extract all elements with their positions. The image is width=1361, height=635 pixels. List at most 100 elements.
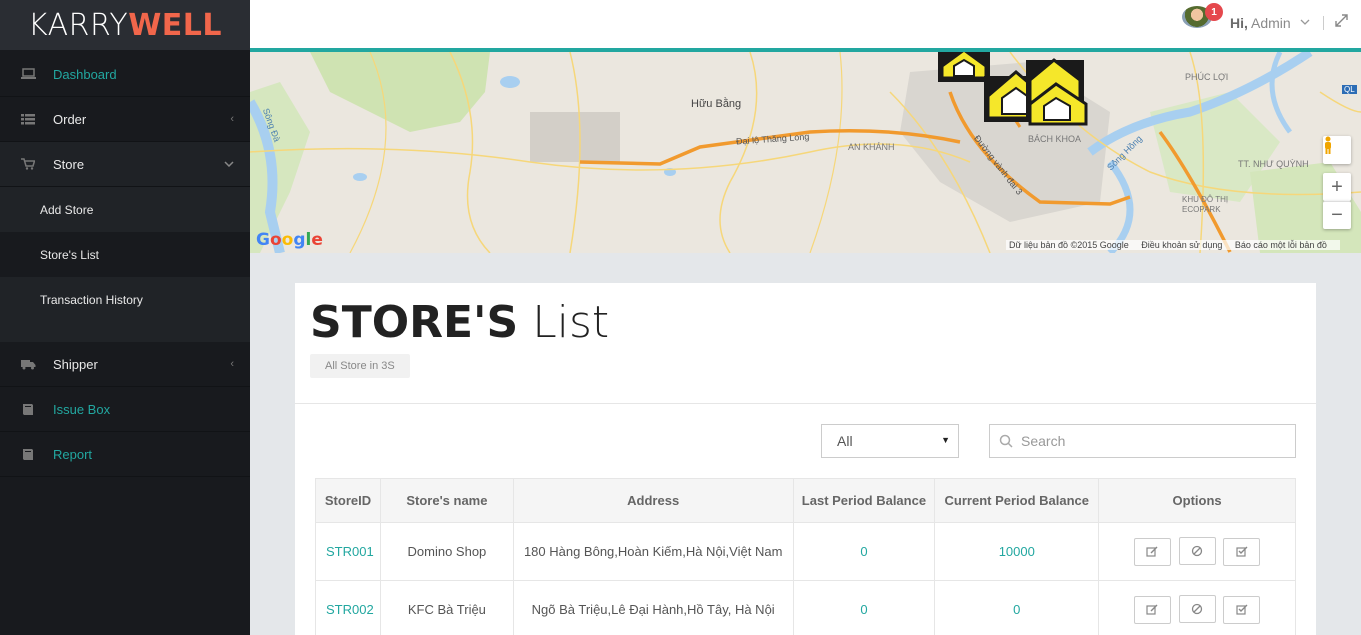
options-cell <box>1098 522 1296 581</box>
column-header: Options <box>1098 478 1296 523</box>
brand-logo[interactable]: KARRY WELL <box>0 0 250 50</box>
search-box[interactable] <box>989 424 1296 458</box>
store-address: 180 Hàng Bông,Hoàn Kiếm,Hà Nội,Việt Nam <box>512 522 794 581</box>
map-data-credit: Dữ liệu bản đồ ©2015 Google <box>1009 240 1129 250</box>
store-submenu: Add Store Store's List Transaction Histo… <box>0 187 250 342</box>
table-row: STR001 Domino Shop 180 Hàng Bông,Hoàn Ki… <box>315 522 1296 581</box>
search-icon <box>999 434 1013 448</box>
page-title-light: List <box>532 297 610 348</box>
check-square-icon <box>1236 604 1248 615</box>
options-cell <box>1098 580 1296 635</box>
truck-icon <box>20 357 36 371</box>
store-name: Domino Shop <box>379 522 514 581</box>
google-logo: Google <box>256 230 323 250</box>
last-period-balance[interactable]: 0 <box>792 522 936 581</box>
map-label: TT. NHƯ QUỲNH <box>1238 159 1309 169</box>
column-header[interactable]: Address <box>512 478 794 523</box>
cart-icon <box>20 157 36 171</box>
greeting-name: Admin <box>1251 15 1291 31</box>
store-filter-select[interactable]: All ▼ <box>821 424 959 458</box>
edit-icon <box>1146 546 1158 557</box>
stores-panel: STORE'S List All Store in 3S All ▼ Store… <box>295 283 1316 635</box>
last-period-balance[interactable]: 0 <box>792 580 936 635</box>
sidebar-item-store[interactable]: Store <box>0 142 250 187</box>
check-square-icon <box>1236 546 1248 557</box>
sidebar-item-label: Order <box>53 111 87 127</box>
map-terms-link[interactable]: Điều khoản sử dụng <box>1141 240 1222 250</box>
store-map[interactable]: Hữu Bằng Đại lộ Thăng Long AN KHÁNH BÁCH… <box>250 52 1361 253</box>
current-period-balance[interactable]: 10000 <box>934 522 1100 581</box>
map-label: PHÚC LỢI <box>1185 72 1229 82</box>
current-period-balance[interactable]: 0 <box>934 580 1100 635</box>
search-input[interactable] <box>1021 433 1281 449</box>
store-marker-icon[interactable] <box>938 52 990 82</box>
map-label: BÁCH KHOA <box>1028 134 1082 144</box>
page-title: STORE'S List <box>310 297 1301 349</box>
map-label: QL <box>1342 85 1357 94</box>
page-title-bold: STORE'S <box>310 297 519 348</box>
sidebar-subitem-add-store[interactable]: Add Store <box>0 187 250 232</box>
topbar: 1 Hi, Admin <box>250 0 1361 48</box>
divider <box>1323 16 1324 30</box>
store-address: Ngõ Bà Triệu,Lê Đại Hành,Hồ Tây, Hà Nội <box>512 580 794 635</box>
map-report-link[interactable]: Báo cáo một lỗi bản đồ <box>1235 240 1327 250</box>
notification-badge[interactable]: 1 <box>1205 3 1223 21</box>
column-header[interactable]: StoreID <box>315 478 381 523</box>
filter-bar: All ▼ <box>295 424 1316 458</box>
sidebar-subitem-stores-list[interactable]: Store's List <box>0 232 250 277</box>
user-greeting[interactable]: Hi, Admin <box>1230 15 1291 31</box>
caret-down-icon: ▼ <box>941 435 950 445</box>
stores-table: StoreID Store's name Address Last Period… <box>315 478 1296 635</box>
brand-part2: WELL <box>128 7 223 43</box>
greeting-hi: Hi, <box>1230 15 1248 31</box>
store-id-link[interactable]: STR001 <box>315 522 381 581</box>
sidebar-item-order[interactable]: Order ‹ <box>0 97 250 142</box>
store-id-link[interactable]: STR002 <box>315 580 381 635</box>
sidebar-item-label: Report <box>53 446 93 462</box>
approve-button[interactable] <box>1223 595 1261 624</box>
expand-icon[interactable] <box>1335 14 1348 30</box>
column-header[interactable]: Current Period Balance <box>934 478 1100 523</box>
list-icon <box>20 112 36 126</box>
chevron-down-icon[interactable] <box>1300 16 1310 28</box>
map-label: KHU ĐÔ THỊ ECOPARK <box>1182 195 1229 214</box>
edit-icon <box>1146 604 1158 615</box>
breadcrumb: All Store in 3S <box>310 354 410 378</box>
sidebar-item-label: Dashboard <box>53 66 117 82</box>
select-value: All <box>837 433 853 449</box>
edit-button[interactable] <box>1133 537 1171 566</box>
table-row: STR002 KFC Bà Triệu Ngõ Bà Triệu,Lê Đại … <box>315 580 1296 635</box>
sidebar-item-label: Store <box>53 156 85 172</box>
sidebar-item-report[interactable]: Report <box>0 432 250 477</box>
table-header-row: StoreID Store's name Address Last Period… <box>315 478 1296 523</box>
pegman-icon[interactable] <box>1323 136 1351 164</box>
chevron-left-icon: ‹ <box>230 113 234 125</box>
map-label: Hữu Bằng <box>691 98 742 110</box>
edit-button[interactable] <box>1133 595 1171 624</box>
sidebar-menu: Dashboard Order ‹ Store Add Store Store'… <box>0 52 250 477</box>
approve-button[interactable] <box>1223 537 1261 566</box>
chevron-left-icon: ‹ <box>230 358 234 370</box>
store-name: KFC Bà Triệu <box>379 580 514 635</box>
map-label: AN KHÁNH <box>848 142 895 152</box>
zoom-out-button[interactable]: − <box>1323 201 1351 229</box>
sidebar-item-dashboard[interactable]: Dashboard <box>0 52 250 97</box>
column-header[interactable]: Store's name <box>379 478 514 523</box>
sidebar-item-shipper[interactable]: Shipper ‹ <box>0 342 250 387</box>
disable-button[interactable] <box>1178 537 1216 566</box>
ban-icon <box>1191 604 1203 615</box>
sidebar-item-issue-box[interactable]: Issue Box <box>0 387 250 432</box>
column-header[interactable]: Last Period Balance <box>792 478 936 523</box>
laptop-icon <box>20 67 36 81</box>
map-canvas <box>250 52 1361 253</box>
brand-part1: KARRY <box>27 7 129 43</box>
book-icon <box>20 447 36 461</box>
map-footer: Dữ liệu bản đồ ©2015 Google Điều khoản s… <box>1006 240 1340 250</box>
chevron-down-icon <box>224 158 234 170</box>
sidebar-item-label: Issue Box <box>53 401 111 417</box>
panel-header: STORE'S List All Store in 3S <box>295 283 1316 404</box>
zoom-in-button[interactable]: + <box>1323 173 1351 201</box>
sidebar-subitem-transaction-history[interactable]: Transaction History <box>0 277 250 322</box>
store-marker-icon[interactable] <box>1026 58 1088 126</box>
disable-button[interactable] <box>1178 595 1216 624</box>
